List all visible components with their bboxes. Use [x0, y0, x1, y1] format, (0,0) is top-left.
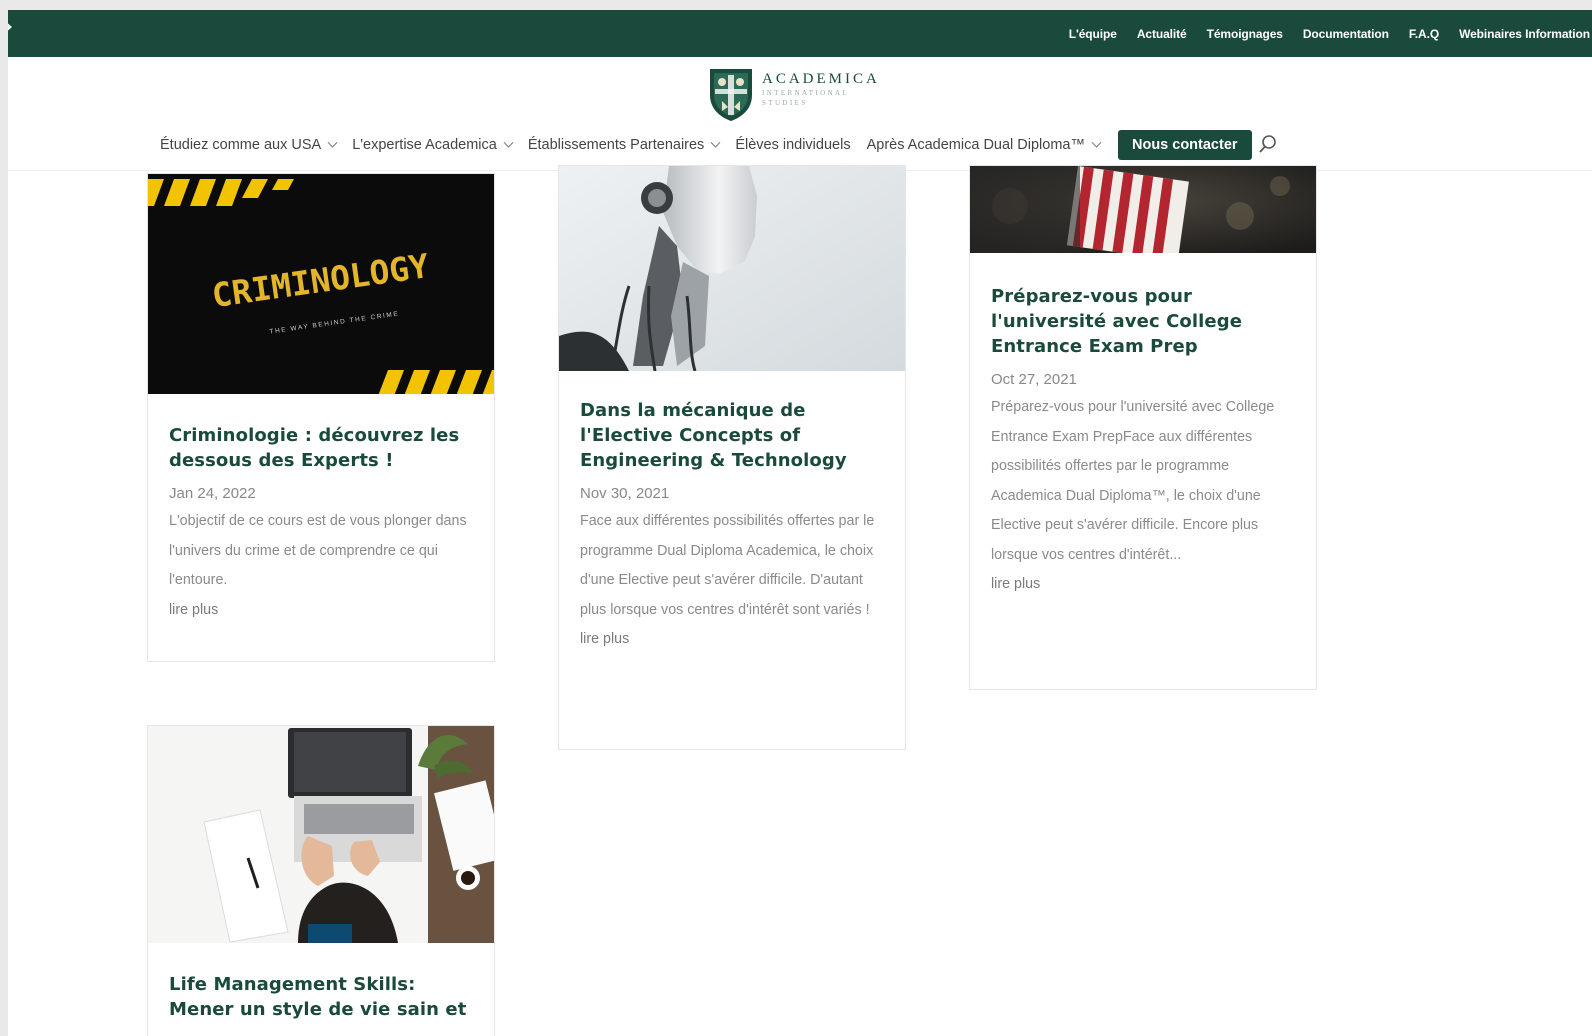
main-nav: Étudiez comme aux USA L'expertise Academ…: [160, 130, 1278, 160]
criminology-image: CRIMINOLOGY THE WAY BEHIND THE CRIME: [148, 174, 494, 394]
nav-item-etablissements[interactable]: Établissements Partenaires: [527, 137, 721, 153]
nav-item-label: Élèves individuels: [735, 137, 851, 153]
flag-image: [970, 166, 1316, 253]
nav-item-apres[interactable]: Après Academica Dual Diploma™: [866, 137, 1102, 153]
logo-name: ACADEMICA: [762, 71, 880, 87]
nav-item-expertise[interactable]: L'expertise Academica: [352, 137, 514, 153]
top-links: L'équipe Actualité Témoignages Documenta…: [1069, 10, 1590, 57]
read-more-link[interactable]: lire plus: [580, 625, 887, 655]
site-logo[interactable]: ACADEMICA INTERNATIONAL STUDIES: [708, 65, 880, 123]
post-image[interactable]: [559, 166, 905, 371]
chevron-down-icon: [503, 137, 514, 148]
post-title[interactable]: Criminologie : découvrez les dessous des…: [169, 423, 476, 473]
post-title[interactable]: Life Management Skills: Mener un style d…: [169, 972, 476, 1022]
top-link-faq[interactable]: F.A.Q: [1409, 27, 1439, 41]
post-image[interactable]: CRIMINOLOGY THE WAY BEHIND THE CRIME: [148, 174, 494, 394]
post-date: Oct 27, 2021: [991, 371, 1077, 388]
top-link-equipe[interactable]: L'équipe: [1069, 27, 1117, 41]
top-link-actualite[interactable]: Actualité: [1137, 27, 1187, 41]
top-link-webinaires[interactable]: Webinaires Information: [1459, 27, 1590, 41]
nav-item-label: Étudiez comme aux USA: [160, 137, 322, 153]
post-image[interactable]: [970, 166, 1316, 253]
post-excerpt: Préparez-vous pour l'université avec Col…: [991, 399, 1275, 563]
post-excerpt: L'objectif de ce cours est de vous plong…: [169, 513, 467, 588]
top-link-documentation[interactable]: Documentation: [1303, 27, 1389, 41]
nav-item-eleves[interactable]: Élèves individuels: [735, 137, 850, 153]
post-image[interactable]: [148, 726, 494, 943]
contact-button[interactable]: Nous contacter: [1117, 130, 1252, 160]
nav-item-label: L'expertise Academica: [352, 137, 497, 153]
robot-image: [559, 166, 905, 371]
chevron-down-icon: [710, 137, 721, 148]
page: L'équipe Actualité Témoignages Documenta…: [8, 10, 1592, 1036]
post-card[interactable]: Dans la mécanique de l'Elective Concepts…: [558, 165, 906, 750]
post-card[interactable]: Life Management Skills: Mener un style d…: [147, 725, 495, 1036]
post-card[interactable]: Préparez-vous pour l'université avec Col…: [969, 165, 1317, 690]
nav-item-etudiez[interactable]: Étudiez comme aux USA: [160, 137, 338, 153]
post-date: Nov 30, 2021: [580, 485, 670, 502]
post-title[interactable]: Dans la mécanique de l'Elective Concepts…: [580, 398, 887, 473]
shield-logo-icon: [710, 69, 752, 121]
chevron-down-icon: [1091, 137, 1102, 148]
post-card[interactable]: CRIMINOLOGY THE WAY BEHIND THE CRIME Cri…: [147, 173, 495, 662]
nav-item-label: Après Academica Dual Diploma™: [866, 137, 1085, 153]
top-bar: L'équipe Actualité Témoignages Documenta…: [8, 10, 1592, 57]
nav-item-label: Établissements Partenaires: [527, 137, 705, 153]
laptop-image: [148, 726, 494, 943]
post-excerpt: Face aux différentes possibilités offert…: [580, 513, 875, 618]
read-more-link[interactable]: lire plus: [991, 570, 1298, 600]
post-title[interactable]: Préparez-vous pour l'université avec Col…: [991, 284, 1298, 359]
search-icon[interactable]: [1258, 134, 1278, 156]
top-link-temoignages[interactable]: Témoignages: [1207, 27, 1283, 41]
read-more-link[interactable]: lire plus: [169, 596, 476, 626]
logo-line1: INTERNATIONAL: [762, 89, 850, 97]
logo-line2: STUDIES: [762, 99, 808, 107]
post-date: Jan 24, 2022: [169, 485, 256, 502]
chevron-down-icon: [327, 137, 338, 148]
corner-arrow-icon: [8, 20, 12, 34]
